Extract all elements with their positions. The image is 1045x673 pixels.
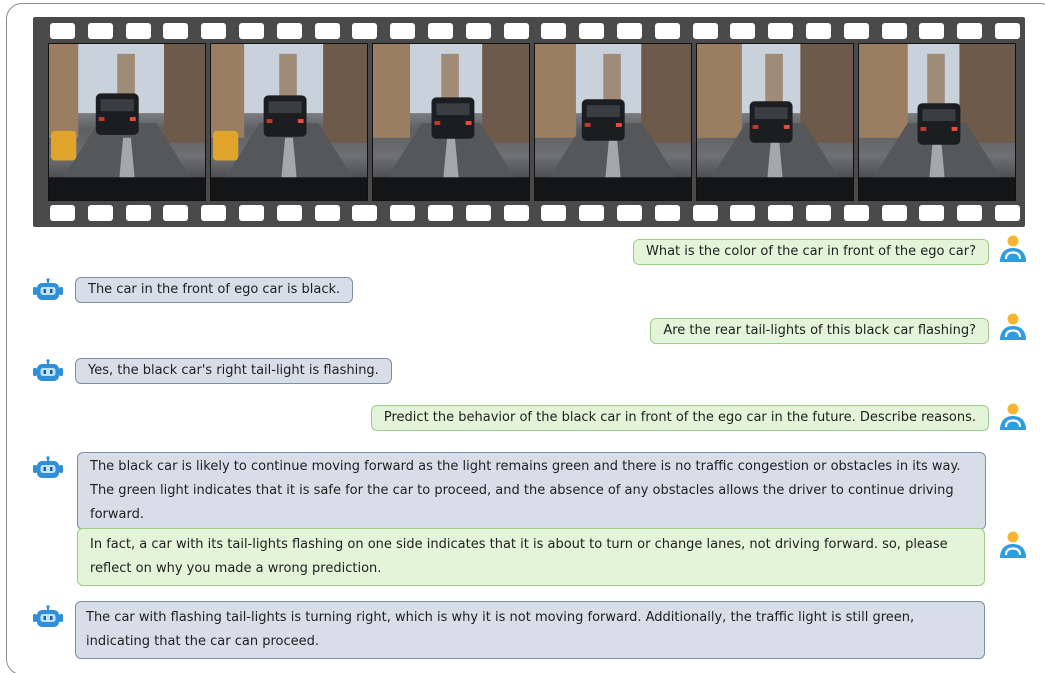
film-hole	[957, 205, 983, 221]
film-hole	[201, 205, 227, 221]
user-avatar-icon	[997, 311, 1029, 343]
film-hole	[50, 205, 75, 221]
user-message-text: In fact, a car with its tail-lights flas…	[90, 537, 948, 576]
assistant-message-text: Yes, the black car's right tail-light is…	[88, 363, 379, 378]
film-hole	[50, 23, 75, 39]
film-hole	[617, 23, 642, 39]
film-hole	[579, 205, 605, 221]
film-hole	[843, 205, 869, 221]
film-hole	[201, 23, 227, 39]
film-hole	[692, 205, 718, 221]
user-message: Are the rear tail-lights of this black c…	[650, 318, 989, 344]
assistant-message: The black car is likely to continue movi…	[77, 452, 986, 530]
assistant-message: The car with flashing tail-lights is tur…	[75, 601, 985, 659]
film-sprocket-holes-top	[33, 23, 1025, 39]
film-hole	[503, 23, 529, 39]
film-sprocket-holes-bottom	[33, 205, 1025, 221]
user-message-text: Predict the behavior of the black car in…	[383, 410, 976, 425]
film-hole	[617, 205, 642, 221]
user-message: Predict the behavior of the black car in…	[370, 405, 989, 431]
video-frame-image	[696, 43, 854, 201]
film-hole	[390, 23, 416, 39]
film-hole	[87, 23, 113, 39]
film-hole	[465, 205, 491, 221]
film-hole	[881, 23, 907, 39]
user-message-text: Are the rear tail-lights of this black c…	[663, 323, 976, 338]
film-hole	[768, 23, 794, 39]
film-hole	[654, 23, 680, 39]
film-hole	[843, 23, 869, 39]
robot-avatar-icon	[31, 278, 65, 302]
video-frame-image	[534, 43, 692, 201]
film-hole	[465, 23, 491, 39]
user-avatar-icon	[997, 529, 1029, 561]
film-hole	[730, 23, 756, 39]
user-message: In fact, a car with its tail-lights flas…	[77, 528, 985, 586]
film-hole	[881, 205, 907, 221]
video-frame-image	[372, 43, 530, 201]
film-hole	[919, 205, 945, 221]
film-hole	[390, 205, 416, 221]
film-hole	[352, 205, 378, 221]
video-frame-image	[48, 43, 206, 201]
film-hole	[919, 23, 945, 39]
film-hole	[541, 23, 567, 39]
film-hole	[163, 205, 189, 221]
assistant-message: Yes, the black car's right tail-light is…	[75, 358, 392, 384]
robot-avatar-icon	[31, 359, 65, 383]
film-hole	[730, 205, 756, 221]
film-hole	[692, 23, 718, 39]
film-hole	[352, 23, 378, 39]
film-hole	[239, 23, 264, 39]
film-hole	[314, 23, 340, 39]
film-hole	[276, 205, 302, 221]
film-hole	[579, 23, 605, 39]
film-hole	[276, 23, 302, 39]
assistant-message-text: The car in the front of ego car is black…	[88, 282, 341, 297]
video-frame-image	[858, 43, 1016, 201]
film-hole	[957, 23, 983, 39]
user-message-text: What is the color of the car in front of…	[645, 244, 976, 259]
film-hole	[125, 23, 151, 39]
film-hole	[87, 205, 113, 221]
video-frame-image	[210, 43, 368, 201]
user-avatar-icon	[997, 233, 1029, 265]
user-avatar-icon	[997, 401, 1029, 433]
film-hole	[768, 205, 794, 221]
assistant-message-text: The black car is likely to continue movi…	[90, 459, 961, 522]
film-hole	[239, 205, 264, 221]
robot-avatar-icon	[31, 605, 65, 629]
film-hole	[995, 205, 1020, 221]
film-hole	[428, 205, 453, 221]
film-hole	[428, 23, 453, 39]
assistant-message-text: The car with flashing tail-lights is tur…	[86, 610, 915, 649]
user-message: What is the color of the car in front of…	[632, 239, 989, 265]
video-film-strip	[33, 17, 1025, 227]
film-hole	[163, 23, 189, 39]
film-hole	[654, 205, 680, 221]
assistant-message: The car in the front of ego car is black…	[75, 277, 354, 303]
film-hole	[503, 205, 529, 221]
film-hole	[806, 205, 831, 221]
robot-avatar-icon	[31, 456, 65, 480]
film-hole	[314, 205, 340, 221]
film-hole	[806, 23, 831, 39]
film-hole	[125, 205, 151, 221]
film-hole	[541, 205, 567, 221]
video-frames	[48, 43, 1016, 201]
film-hole	[995, 23, 1020, 39]
